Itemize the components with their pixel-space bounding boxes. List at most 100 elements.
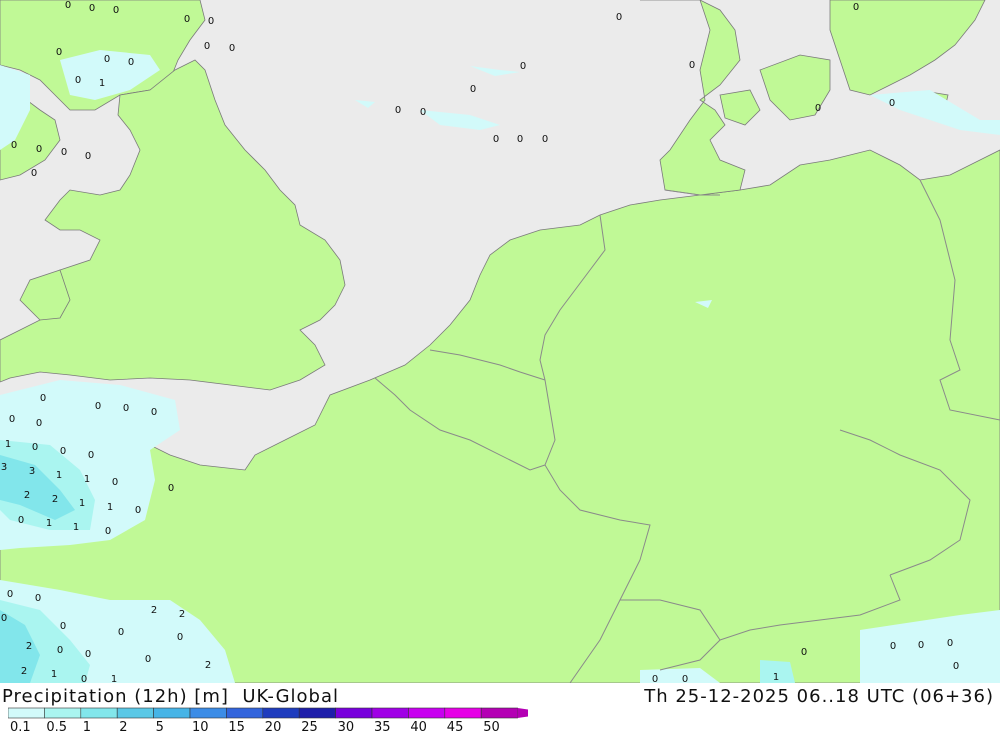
legend-label: 0.1 bbox=[10, 720, 31, 733]
precipitation-value: 0 bbox=[56, 47, 62, 58]
legend-swatch bbox=[189, 707, 227, 719]
precipitation-value: 0 bbox=[689, 60, 695, 71]
legend-arrow bbox=[517, 708, 528, 718]
legend-label: 0.5 bbox=[46, 720, 67, 733]
legend-swatch bbox=[298, 707, 336, 719]
legend-label: 10 bbox=[192, 720, 209, 733]
precipitation-value: 0 bbox=[11, 140, 17, 151]
precipitation-value: 0 bbox=[1, 613, 7, 624]
precipitation-value: 0 bbox=[682, 674, 688, 683]
precipitation-value: 0 bbox=[81, 674, 87, 683]
legend-swatch bbox=[480, 707, 518, 719]
legend-label: 5 bbox=[156, 720, 164, 733]
precipitation-value: 1 bbox=[79, 498, 85, 509]
precipitation-value: 0 bbox=[40, 393, 46, 404]
precipitation-value: 0 bbox=[7, 589, 13, 600]
precipitation-value: 0 bbox=[32, 442, 38, 453]
precipitation-value: 0 bbox=[85, 151, 91, 162]
legend-label: 15 bbox=[228, 720, 245, 733]
precipitation-value: 0 bbox=[9, 414, 15, 425]
precipitation-value: 0 bbox=[60, 446, 66, 457]
precipitation-value: 1 bbox=[56, 470, 62, 481]
precipitation-value: 0 bbox=[128, 57, 134, 68]
precipitation-value: 0 bbox=[95, 401, 101, 412]
precipitation-value: 1 bbox=[84, 474, 90, 485]
model-name: UK-Global bbox=[242, 686, 340, 707]
precipitation-value: 0 bbox=[151, 407, 157, 418]
precipitation-value: 0 bbox=[88, 450, 94, 461]
legend-label: 25 bbox=[301, 720, 318, 733]
precipitation-value: 0 bbox=[815, 103, 821, 114]
color-legend: 0.1 0.5 1 2 5 10 15 20 25 30 35 40 45 50 bbox=[8, 707, 528, 733]
map-title-text: Precipitation (12h) [m] bbox=[2, 686, 229, 707]
precipitation-value: 0 bbox=[168, 483, 174, 494]
precipitation-map[interactable]: 0 0 0 0 0 0 0 0 1 0 0 0 0 0 0 0 0 0 0 0 0 0 0 0 0 0 0 0 0 0 0 0 0 0 0 1 0 0 0 3… bbox=[0, 0, 1000, 683]
precipitation-value: 1 bbox=[111, 674, 117, 683]
legend-label: 50 bbox=[483, 720, 500, 733]
legend-swatch bbox=[153, 707, 191, 719]
legend-label: 45 bbox=[447, 720, 464, 733]
valid-time: Th 25-12-2025 06..18 UTC (06+36) bbox=[644, 686, 994, 707]
precipitation-value: 0 bbox=[177, 632, 183, 643]
legend-swatch bbox=[262, 707, 300, 719]
legend-label: 35 bbox=[374, 720, 391, 733]
precipitation-value: 2 bbox=[26, 641, 32, 652]
precipitation-value: 0 bbox=[123, 403, 129, 414]
precipitation-value: 0 bbox=[204, 41, 210, 52]
legend-label: 2 bbox=[119, 720, 127, 733]
precipitation-value: 0 bbox=[616, 12, 622, 23]
precipitation-value: 0 bbox=[520, 61, 526, 72]
precipitation-value: 2 bbox=[21, 666, 27, 677]
precipitation-value: 1 bbox=[99, 78, 105, 89]
map-title: Precipitation (12h) [m] UK-Global bbox=[2, 686, 339, 707]
precipitation-value: 0 bbox=[60, 621, 66, 632]
precipitation-value: 1 bbox=[46, 518, 52, 529]
precipitation-value: 1 bbox=[73, 522, 79, 533]
precipitation-value: 3 bbox=[1, 462, 7, 473]
precipitation-value: 1 bbox=[773, 672, 779, 683]
precipitation-value: 0 bbox=[105, 526, 111, 537]
precipitation-value: 0 bbox=[918, 640, 924, 651]
precipitation-value: 0 bbox=[85, 649, 91, 660]
precipitation-value: 0 bbox=[853, 2, 859, 13]
legend-swatch bbox=[371, 707, 409, 719]
precipitation-value: 0 bbox=[104, 54, 110, 65]
precipitation-value: 0 bbox=[61, 147, 67, 158]
precipitation-value: 0 bbox=[542, 134, 548, 145]
precipitation-value: 1 bbox=[51, 669, 57, 680]
precipitation-value: 0 bbox=[517, 134, 523, 145]
legend-swatch bbox=[335, 707, 373, 719]
precipitation-value: 0 bbox=[947, 638, 953, 649]
legend-swatch bbox=[226, 707, 264, 719]
precipitation-value: 0 bbox=[470, 84, 476, 95]
legend-swatch bbox=[8, 707, 45, 719]
precipitation-value: 0 bbox=[18, 515, 24, 526]
precipitation-value: 0 bbox=[135, 505, 141, 516]
precipitation-value: 0 bbox=[208, 16, 214, 27]
legend-swatch bbox=[80, 707, 118, 719]
precipitation-value: 1 bbox=[107, 502, 113, 513]
precipitation-value: 0 bbox=[493, 134, 499, 145]
precipitation-value: 0 bbox=[65, 0, 71, 11]
precipitation-value: 2 bbox=[24, 490, 30, 501]
precipitation-value: 3 bbox=[29, 466, 35, 477]
precipitation-value: 2 bbox=[179, 609, 185, 620]
precipitation-value: 0 bbox=[652, 674, 658, 683]
legend-label: 30 bbox=[338, 720, 355, 733]
map-canvas: 0 0 0 0 0 0 0 0 1 0 0 0 0 0 0 0 0 0 0 0 0 0 0 0 0 0 0 0 0 0 0 0 0 0 0 1 0 0 0 3… bbox=[0, 0, 1000, 683]
map-footer: Precipitation (12h) [m] UK-Global Th 25-… bbox=[0, 683, 1000, 733]
legend-swatch bbox=[44, 707, 82, 719]
precipitation-value: 0 bbox=[57, 645, 63, 656]
precipitation-value: 0 bbox=[145, 654, 151, 665]
precipitation-value: 0 bbox=[229, 43, 235, 54]
precipitation-value: 0 bbox=[890, 641, 896, 652]
precipitation-value: 2 bbox=[151, 605, 157, 616]
precipitation-value: 0 bbox=[36, 418, 42, 429]
precipitation-value: 0 bbox=[31, 168, 37, 179]
precipitation-value: 0 bbox=[889, 98, 895, 109]
legend-label: 20 bbox=[265, 720, 282, 733]
precipitation-value: 2 bbox=[205, 660, 211, 671]
precipitation-value: 0 bbox=[113, 5, 119, 16]
legend-swatch bbox=[444, 707, 482, 719]
precipitation-value: 0 bbox=[953, 661, 959, 672]
